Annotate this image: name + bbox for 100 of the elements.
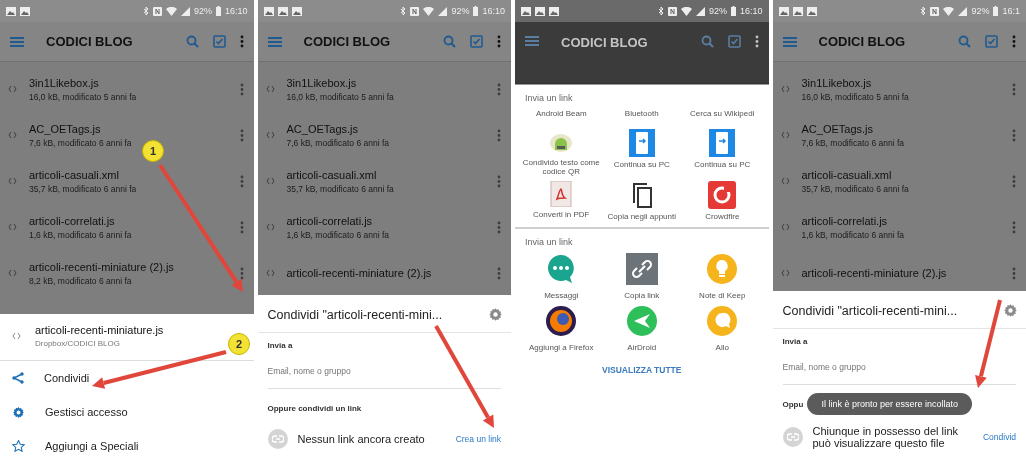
pdf-file-icon[interactable]	[549, 181, 574, 207]
share-target[interactable]: Continua su PC	[682, 129, 763, 176]
target-label: Copia link	[624, 291, 660, 300]
file-name: 3in1Likebox.js	[801, 76, 872, 89]
file-details: 8,2 kB, modificato 6 anni fa	[29, 275, 132, 286]
menu-icon[interactable]	[10, 35, 24, 48]
menu-item-label: Gestisci accesso	[45, 406, 128, 418]
target-label: Crowdfire	[705, 212, 740, 221]
image-icon	[806, 6, 817, 16]
browser-globe-icon[interactable]	[545, 305, 578, 337]
code-file-icon	[8, 85, 17, 93]
file-name: articoli-correlati.js	[801, 214, 888, 227]
search-icon[interactable]	[958, 35, 971, 48]
menu-icon[interactable]	[782, 35, 797, 48]
link-icon	[271, 435, 284, 443]
bluetooth-icon	[920, 6, 927, 16]
code-file-icon	[780, 223, 790, 231]
more-icon[interactable]	[1012, 220, 1016, 234]
target-label: AirDroid	[627, 343, 657, 352]
share-target[interactable]: Crowdfire	[682, 181, 763, 221]
more-icon[interactable]	[497, 128, 501, 142]
more-icon[interactable]	[1012, 82, 1016, 96]
more-icon[interactable]	[1012, 266, 1016, 280]
image-icon	[535, 6, 545, 16]
share-target[interactable]: Copia negli appunti	[601, 181, 682, 221]
battery-icon	[215, 6, 221, 16]
more-icon[interactable]	[239, 35, 244, 48]
file-details: 35,7 kB, modificato 6 anni fa	[29, 183, 137, 194]
share-target[interactable]: Converti in PDF	[521, 181, 602, 221]
swirl-app-icon[interactable]	[708, 181, 737, 209]
signal-icon	[180, 6, 190, 16]
wifi-icon	[680, 6, 692, 16]
checklist-icon[interactable]	[727, 35, 741, 48]
code-file-icon	[265, 85, 275, 93]
share-target[interactable]: Allo	[682, 305, 763, 352]
search-icon[interactable]	[185, 35, 199, 48]
share-target[interactable]: Messaggi	[521, 253, 602, 300]
more-icon[interactable]	[497, 174, 501, 188]
more-icon[interactable]	[1012, 128, 1016, 142]
target-label: Note di Keep	[699, 291, 746, 300]
image-icon	[291, 6, 302, 16]
image-icon	[6, 6, 16, 16]
image-icon	[263, 6, 274, 16]
link-action[interactable]: Condivid	[982, 432, 1016, 442]
search-icon[interactable]	[700, 35, 714, 48]
share-target[interactable]: Note di Keep	[682, 253, 763, 300]
app-title: CODICI BLOG	[561, 35, 649, 50]
settings-icon[interactable]	[1003, 303, 1018, 318]
menu-icon[interactable]	[525, 35, 539, 47]
more-icon[interactable]	[497, 35, 501, 48]
checklist-icon[interactable]	[985, 35, 998, 48]
field-label: Invia a	[781, 336, 809, 346]
link-icon	[786, 433, 799, 441]
share-target[interactable]: Continua su PC	[601, 129, 682, 176]
file-name: articoli-correlati.js	[286, 214, 373, 227]
more-icon[interactable]	[239, 82, 244, 96]
share-target[interactable]: Bluetooth	[601, 109, 682, 124]
section-title: Invia un link	[524, 93, 574, 105]
link-icon[interactable]	[625, 253, 658, 285]
share-target[interactable]: Android Beam	[521, 109, 602, 124]
light-bulb-icon[interactable]	[706, 253, 739, 285]
settings-icon	[12, 405, 25, 419]
checklist-icon[interactable]	[470, 35, 483, 48]
more-icon[interactable]	[497, 266, 501, 280]
file-details: 1,6 kB, modificato 6 anni fa	[29, 229, 132, 240]
image-icon	[521, 6, 531, 16]
search-icon[interactable]	[443, 35, 456, 48]
recipient-field[interactable]: Email, nome o gruppo	[267, 360, 501, 389]
copy-icon[interactable]	[630, 181, 653, 209]
speech-bubble-icon[interactable]	[706, 305, 739, 337]
more-icon[interactable]	[497, 220, 501, 234]
share-target[interactable]: Cerca su Wikipedi	[682, 109, 763, 124]
target-label: Converti in PDF	[533, 210, 590, 219]
checklist-icon[interactable]	[212, 35, 226, 48]
share-target[interactable]: Condivido testo come codice QR	[521, 129, 602, 176]
menu-item[interactable]: Aggiungi a Speciali	[0, 429, 254, 463]
more-icon[interactable]	[497, 82, 501, 96]
menu-icon[interactable]	[267, 35, 282, 48]
share-target[interactable]: Copia link	[601, 253, 682, 300]
target-label: Continua su PC	[694, 160, 751, 169]
menu-item[interactable]: Condividi	[0, 361, 254, 395]
more-icon[interactable]	[239, 174, 244, 188]
menu-item[interactable]: Gestisci accesso	[0, 395, 254, 429]
nfc-icon	[410, 6, 420, 16]
target-label: Allo	[715, 343, 729, 352]
more-icon[interactable]	[1012, 174, 1016, 188]
share-target[interactable]: AirDroid	[601, 305, 682, 352]
more-icon[interactable]	[239, 266, 244, 280]
show-all-button[interactable]: VISUALIZZA TUTTE	[596, 364, 688, 376]
link-action[interactable]: Crea un link	[455, 434, 501, 444]
more-icon[interactable]	[754, 35, 759, 48]
more-icon[interactable]	[1012, 35, 1016, 48]
image-icon	[792, 6, 803, 16]
more-icon[interactable]	[239, 220, 244, 234]
file-details: 1,6 kB, modificato 6 anni fa	[801, 229, 905, 240]
code-file-icon	[265, 131, 275, 139]
battery-level: 92%	[193, 6, 212, 16]
settings-icon[interactable]	[488, 307, 503, 322]
share-target[interactable]: Aggiungi a Firefox	[521, 305, 602, 352]
more-icon[interactable]	[239, 128, 244, 142]
